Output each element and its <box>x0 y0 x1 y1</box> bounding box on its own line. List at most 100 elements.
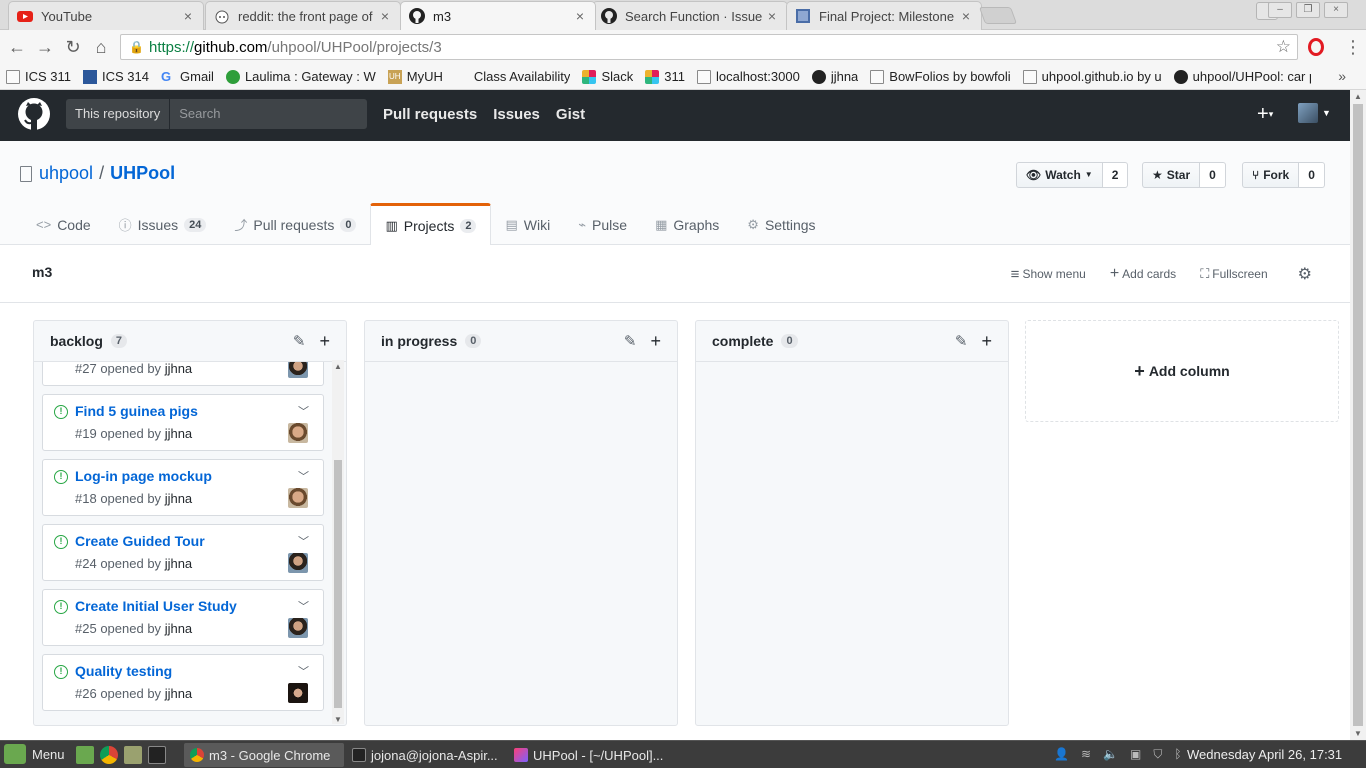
chevron-down-icon[interactable]: ﹀ <box>298 598 309 614</box>
fork-count[interactable]: 0 <box>1299 162 1325 188</box>
minimize-button[interactable]: – <box>1268 2 1292 18</box>
tab-pulse[interactable]: ⌁ Pulse <box>564 204 641 245</box>
browser-tab-search-function[interactable]: Search Function · Issue × <box>592 1 788 30</box>
bookmark-item[interactable]: BowFolios by bowfoli <box>870 69 1011 84</box>
chrome-menu-icon[interactable]: ⋮ <box>1344 36 1362 58</box>
repo-owner-link[interactable]: uhpool <box>39 163 93 184</box>
tab-settings[interactable]: ⚙ Settings <box>733 204 829 245</box>
card-title[interactable]: Quality testing <box>75 663 172 679</box>
close-window-button[interactable]: × <box>1324 2 1348 18</box>
issue-card[interactable]: #27 opened by jjhna <box>42 362 324 386</box>
more-bookmarks-icon[interactable]: » <box>1338 68 1346 84</box>
watch-button[interactable]: 👁 Watch ▼ <box>1016 162 1103 188</box>
fullscreen-button[interactable]: ⛶ Fullscreen <box>1200 264 1267 284</box>
repo-name-link[interactable]: UHPool <box>110 163 175 184</box>
close-tab-icon[interactable]: × <box>959 8 973 24</box>
user-icon[interactable]: 👤 <box>1054 747 1069 762</box>
bookmark-item[interactable]: uhpool/UHPool: car p <box>1173 69 1311 84</box>
terminal-icon[interactable] <box>148 746 166 764</box>
scroll-down-icon[interactable]: ▼ <box>334 715 342 724</box>
volume-icon[interactable]: 🔈 <box>1103 747 1118 762</box>
column-scrollbar[interactable]: ▲ ▼ <box>332 360 344 724</box>
browser-tab-m3[interactable]: m3 × <box>400 1 596 30</box>
back-icon[interactable]: ← <box>6 36 28 58</box>
nav-gist[interactable]: Gist <box>556 106 585 123</box>
tab-wiki[interactable]: ▤ Wiki <box>491 204 564 245</box>
add-card-icon[interactable]: + <box>650 332 661 350</box>
add-cards-button[interactable]: + Add cards <box>1110 264 1176 284</box>
page-scrollbar[interactable]: ▲ ▼ <box>1350 90 1366 740</box>
tab-pull-requests[interactable]: ⤴ Pull requests 0 <box>220 204 370 245</box>
card-title[interactable]: Create Guided Tour <box>75 533 205 549</box>
watch-count[interactable]: 2 <box>1102 162 1129 188</box>
task-chrome[interactable]: m3 - Google Chrome <box>184 743 344 767</box>
browser-tab-final-project[interactable]: Final Project: Milestone × <box>786 1 982 30</box>
task-ide[interactable]: UHPool - [~/UHPool]... <box>508 743 668 767</box>
issue-card[interactable]: ! Create Initial User Study ﹀ #25 opened… <box>42 589 324 646</box>
bookmark-item[interactable]: Slack <box>582 69 633 84</box>
tab-graphs[interactable]: ▦ Graphs <box>641 204 733 245</box>
issue-card[interactable]: ! Create Guided Tour ﹀ #24 opened by jjh… <box>42 524 324 581</box>
desktop-icon[interactable] <box>76 746 94 764</box>
user-link[interactable]: jjhna <box>165 621 192 636</box>
bookmark-item[interactable]: jjhna <box>811 69 858 84</box>
bookmark-item[interactable]: Laulima : Gateway : W <box>225 69 376 84</box>
create-new-icon[interactable]: +▾ <box>1257 103 1273 126</box>
close-tab-icon[interactable]: × <box>765 8 779 24</box>
bookmark-item[interactable]: localhost:3000 <box>696 69 800 84</box>
task-terminal[interactable]: jojona@jojona-Aspir... <box>346 743 506 767</box>
chevron-down-icon[interactable]: ▼ <box>1322 108 1331 118</box>
reload-icon[interactable]: ↻ <box>62 36 84 58</box>
bookmark-item[interactable]: ICS 311 <box>6 69 71 84</box>
issue-card[interactable]: ! Log-in page mockup ﹀ #18 opened by jjh… <box>42 459 324 516</box>
close-tab-icon[interactable]: × <box>181 8 195 24</box>
tab-issues[interactable]: ⓘ Issues 24 <box>105 204 221 245</box>
folder-icon[interactable] <box>124 746 142 764</box>
chevron-down-icon[interactable]: ﹀ <box>298 468 309 484</box>
start-menu-button[interactable]: Menu <box>4 744 65 764</box>
issue-card[interactable]: ! Quality testing ﹀ #26 opened by jjhna <box>42 654 324 711</box>
address-bar[interactable]: 🔒 https://github.com/uhpool/UHPool/proje… <box>120 34 1298 60</box>
scroll-up-icon[interactable]: ▲ <box>1354 92 1362 101</box>
browser-tab-reddit[interactable]: reddit: the front page of × <box>205 1 401 30</box>
edit-column-icon[interactable]: ✎ <box>624 332 637 350</box>
user-link[interactable]: jjhna <box>165 491 192 506</box>
card-title[interactable]: Create Initial User Study <box>75 598 237 614</box>
chevron-down-icon[interactable]: ﹀ <box>298 663 309 679</box>
bookmark-item[interactable]: 311 <box>645 69 685 84</box>
user-link[interactable]: jjhna <box>165 686 192 701</box>
edit-column-icon[interactable]: ✎ <box>293 332 306 350</box>
home-icon[interactable]: ⌂ <box>90 36 112 58</box>
browser-tab-youtube[interactable]: YouTube × <box>8 1 204 30</box>
chrome-icon[interactable] <box>100 746 118 764</box>
issue-card[interactable]: ! Find 5 guinea pigs ﹀ #19 opened by jjh… <box>42 394 324 451</box>
wifi-icon[interactable]: ≋ <box>1081 747 1091 762</box>
user-avatar[interactable] <box>1298 103 1318 123</box>
chevron-down-icon[interactable]: ﹀ <box>298 403 309 419</box>
new-tab-button[interactable] <box>978 7 1018 24</box>
scrollbar-thumb[interactable] <box>334 460 342 708</box>
card-title[interactable]: Find 5 guinea pigs <box>75 403 198 419</box>
github-logo-icon[interactable] <box>17 97 51 131</box>
tab-code[interactable]: <> Code <box>22 204 105 245</box>
bookmark-item[interactable]: G Gmail <box>161 69 214 84</box>
user-link[interactable]: jjhna <box>165 556 192 571</box>
bookmark-item[interactable]: UH MyUH <box>387 69 443 84</box>
gear-icon[interactable]: ⚙ <box>1298 264 1312 284</box>
column-cards[interactable]: #27 opened by jjhna ! Find 5 guinea pigs… <box>34 362 346 725</box>
opera-extension-icon[interactable] <box>1308 38 1324 56</box>
nav-issues[interactable]: Issues <box>493 106 540 123</box>
tab-projects[interactable]: ▥ Projects 2 <box>370 203 492 245</box>
forward-icon[interactable]: → <box>34 36 56 58</box>
star-count[interactable]: 0 <box>1200 162 1226 188</box>
star-button[interactable]: ★ Star <box>1142 162 1201 188</box>
fork-button[interactable]: ⑂ Fork <box>1242 162 1300 188</box>
add-card-icon[interactable]: + <box>981 332 992 350</box>
user-link[interactable]: jjhna <box>165 426 192 441</box>
edit-column-icon[interactable]: ✎ <box>955 332 968 350</box>
chevron-down-icon[interactable]: ﹀ <box>298 533 309 549</box>
bookmark-star-icon[interactable]: ☆ <box>1276 37 1291 57</box>
shield-icon[interactable]: ⛉ <box>1153 747 1162 762</box>
add-card-icon[interactable]: + <box>319 332 330 350</box>
user-link[interactable]: jjhna <box>165 362 192 376</box>
